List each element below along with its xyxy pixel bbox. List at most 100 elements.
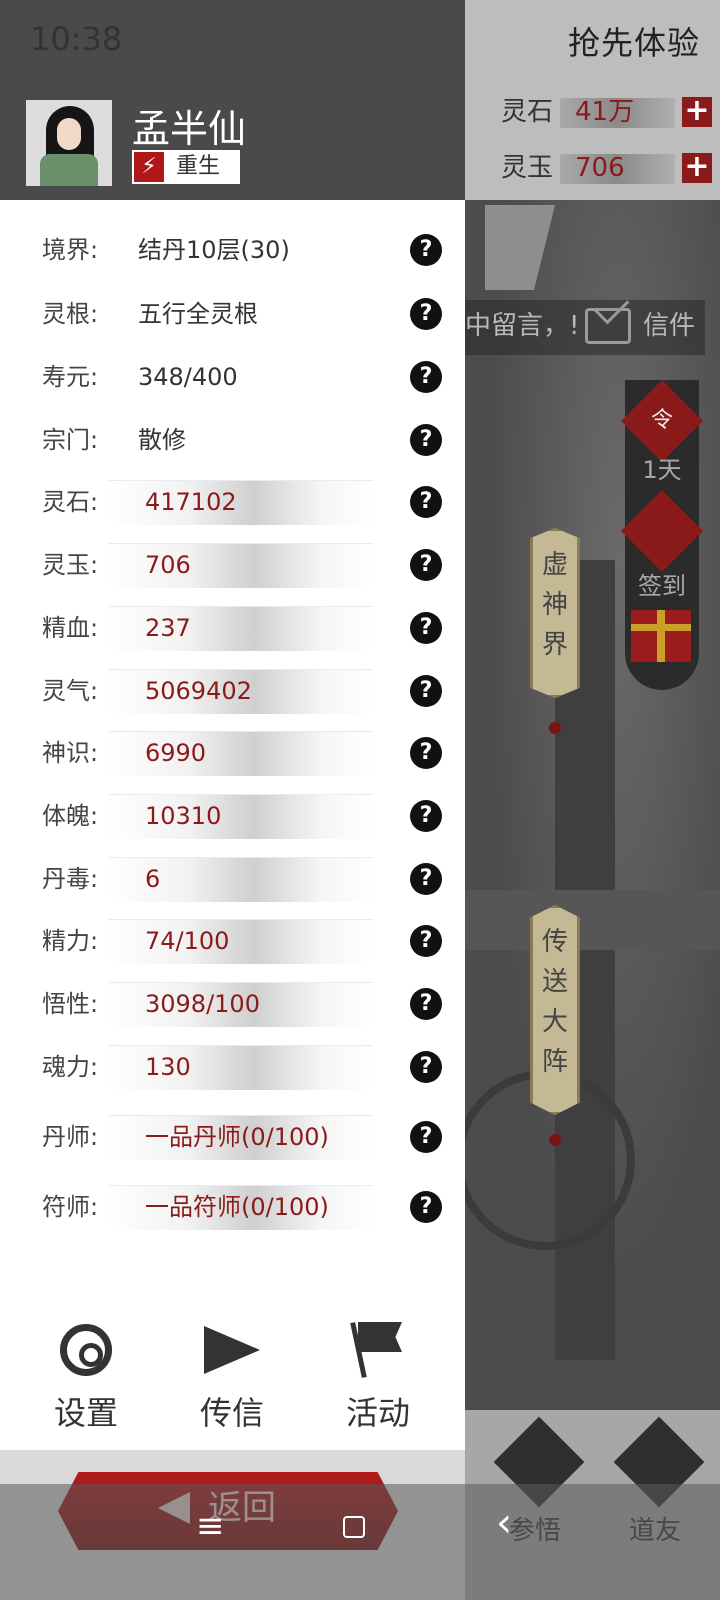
checkin-label[interactable]: 签到 [625,566,699,601]
help-icon[interactable]: ? [410,612,442,644]
menu-icon[interactable]: ≡ [196,1506,225,1546]
stat-row: 寿元: 348/400? [0,355,465,399]
stat-row: 精血: 237? [0,606,465,651]
add-spirit-stone-button[interactable]: + [682,96,712,127]
stat-row: 悟性: 3098/100? [0,982,465,1027]
help-icon[interactable]: ? [410,234,442,266]
stat-row: 丹师: 一品丹师(0/100)? [0,1115,465,1160]
stat-label: 体魄: [42,802,99,830]
help-icon[interactable]: ? [410,549,442,581]
help-icon[interactable]: ? [410,675,442,707]
help-icon[interactable]: ? [410,800,442,832]
resource-row-spirit-stone: 灵石 41万 + [465,92,720,132]
help-icon[interactable]: ? [410,486,442,518]
map-corner-decoration [485,205,555,290]
stat-label: 灵玉: [42,551,99,579]
game-top-bar: 抢先体验 灵石 41万 + 灵玉 706 + [465,0,720,200]
resource-label: 灵石 [501,97,554,127]
mail-icon[interactable] [585,308,631,344]
stat-row: 丹毒: 6? [0,857,465,902]
stat-value: 五行全灵根 [138,300,258,328]
mail-label[interactable]: 信件 [643,300,695,352]
stat-value: 散修 [138,426,186,454]
stat-row: 魂力: 130? [0,1045,465,1090]
stat-label: 宗门: [42,426,99,454]
lightning-icon: ⚡ [134,152,164,182]
resource-label: 灵玉 [501,153,554,183]
stat-label: 丹师: [42,1123,99,1151]
status-bar: 10:38 [0,0,465,80]
character-drawer: 孟半仙 ⚡ 重生 境界: 结丹10层(30)? 灵根: 五行全灵根? 寿元: 348/40… [0,0,465,1600]
help-icon[interactable]: ? [410,1191,442,1223]
early-access-banner[interactable]: 抢先体验 [568,18,700,64]
stat-value: 74/100 [145,927,230,955]
stat-label: 神识: [42,739,99,767]
stat-value: 348/400 [138,363,238,391]
settings-button[interactable]: 设置 [26,1320,146,1434]
avatar[interactable] [26,100,112,186]
stat-label: 精血: [42,614,99,642]
send-icon [202,1320,262,1380]
resource-value: 706 [575,153,625,183]
help-icon[interactable]: ? [410,863,442,895]
resource-value: 41万 [575,97,635,127]
stat-row: 符师: 一品符师(0/100)? [0,1185,465,1230]
system-nav-bar: ≡ ‹ [0,1484,720,1600]
map-road [465,890,720,950]
flag-icon [348,1320,408,1380]
stat-value: 6 [145,865,161,893]
back-nav-icon[interactable]: ‹ [496,1500,512,1546]
gear-icon [56,1320,116,1380]
stat-label: 精力: [42,927,99,955]
stat-row: 神识: 6990? [0,731,465,776]
menu-label: 设置 [53,1394,118,1432]
map-marker-dot [549,1134,561,1146]
rebirth-label: 重生 [176,154,221,179]
game-background: 抢先体验 灵石 41万 + 灵玉 706 + 中留言，! 信件 令 1天 签到 … [465,0,720,1600]
home-icon[interactable] [343,1516,365,1538]
avatar-face [57,118,81,150]
stat-value: 5069402 [145,677,252,705]
help-icon[interactable]: ? [410,988,442,1020]
help-icon[interactable]: ? [410,1051,442,1083]
stat-row: 灵玉: 706? [0,543,465,588]
message-ticker[interactable]: 中留言，! 信件 [465,300,705,355]
stat-label: 境界: [42,236,99,264]
stat-row: 灵根: 五行全灵根? [0,292,465,336]
stat-label: 灵石: [42,488,99,516]
stat-value: 237 [145,614,191,642]
help-icon[interactable]: ? [410,1121,442,1153]
help-icon[interactable]: ? [410,298,442,330]
stat-value: 6990 [145,739,207,767]
stat-label: 魂力: [42,1053,99,1081]
stat-value: 10310 [145,802,222,830]
place-teleport-array[interactable]: 传送大阵 [530,905,580,1115]
activity-button[interactable]: 活动 [318,1320,438,1434]
stat-value: 130 [145,1053,191,1081]
help-icon[interactable]: ? [410,361,442,393]
stat-row: 体魄: 10310? [0,794,465,839]
gift-icon[interactable] [631,610,691,662]
stat-label: 丹毒: [42,865,99,893]
menu-label: 传信 [199,1394,264,1432]
stat-value: 3098/100 [145,990,260,1018]
place-xushenjie[interactable]: 虚神界 [530,528,580,698]
avatar-dress [40,154,98,186]
stat-label: 悟性: [42,990,99,1018]
order-icon[interactable]: 令 [633,392,691,450]
checkin-icon[interactable] [620,489,704,573]
help-icon[interactable]: ? [410,925,442,957]
stat-label: 寿元: [42,363,99,391]
stat-row: 灵石: 417102? [0,480,465,525]
add-spirit-jade-button[interactable]: + [682,152,712,183]
stat-label: 灵根: [42,300,99,328]
stat-value: 一品丹师(0/100) [145,1123,329,1151]
help-icon[interactable]: ? [410,424,442,456]
stat-row: 灵气: 5069402? [0,669,465,714]
order-days-label: 1天 [642,456,682,484]
rebirth-button[interactable]: ⚡ 重生 [132,150,240,184]
stat-label: 灵气: [42,677,99,705]
map-marker-dot [549,722,561,734]
help-icon[interactable]: ? [410,737,442,769]
send-message-button[interactable]: 传信 [172,1320,292,1434]
